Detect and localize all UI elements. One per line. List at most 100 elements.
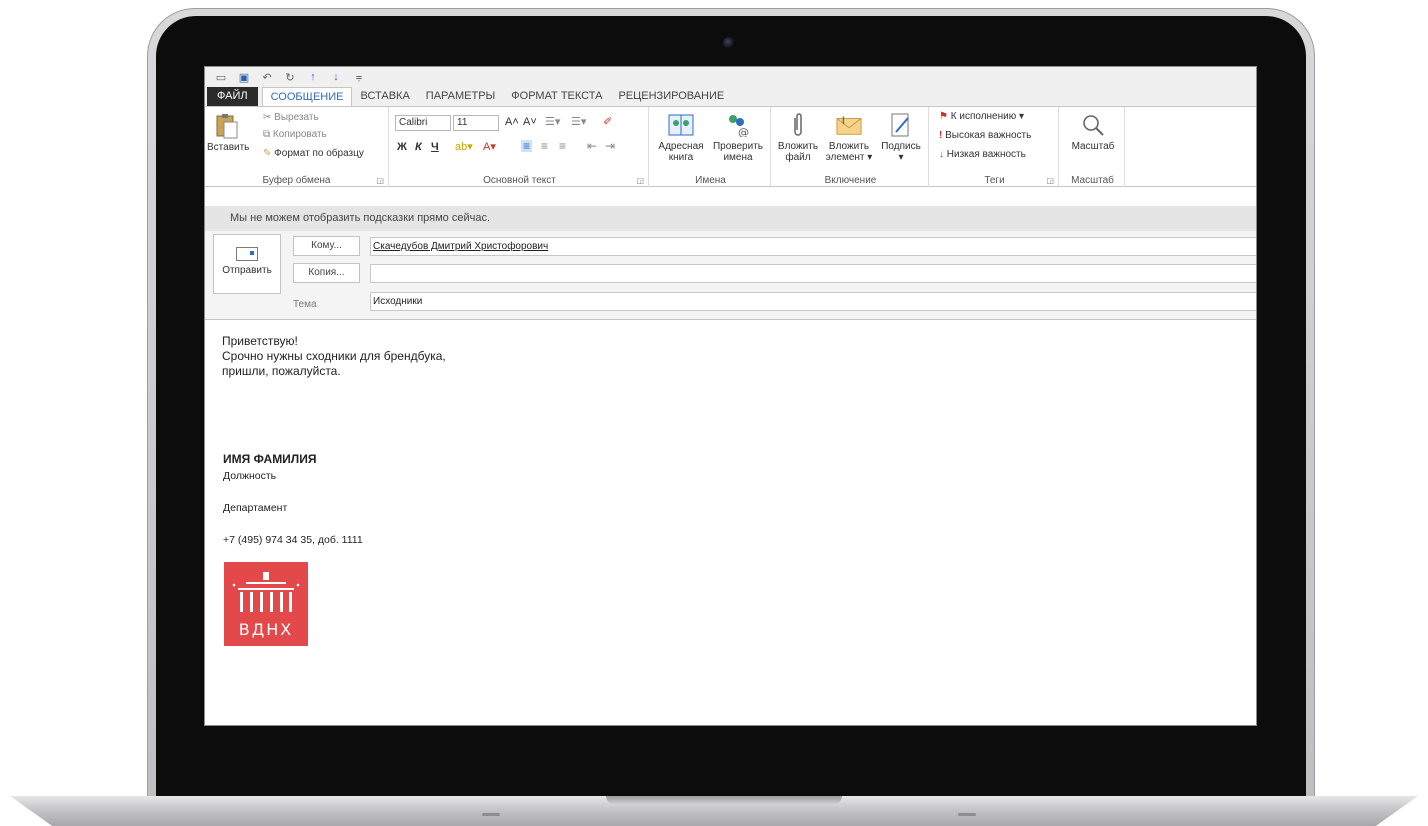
outlook-message-window: ▭ ▣ ↶ ↻ ↑ ↓ ⩦ ФАЙЛ СООБЩЕНИЕ ВСТАВКА ПАР… (204, 66, 1257, 726)
bullets-icon[interactable]: ☰▾ (545, 116, 560, 128)
tab-message[interactable]: СООБЩЕНИЕ (261, 87, 353, 106)
svg-text:@: @ (738, 126, 749, 137)
quick-access-toolbar: ▭ ▣ ↶ ↻ ↑ ↓ ⩦ (205, 67, 1256, 87)
copy-button[interactable]: ⧉ Копировать (263, 129, 327, 141)
send-button[interactable]: Отправить (213, 234, 281, 294)
clipboard-group: Вставить ✂ Вырезать ⧉ Копировать ✎ Форма… (205, 107, 389, 187)
signature-icon (888, 111, 914, 139)
zoom-button[interactable]: Масштаб (1065, 111, 1121, 152)
signature-position: Должность (223, 470, 277, 482)
basic-text-group-label: Основной текст (483, 175, 556, 186)
clipboard-group-label: Буфер обмена (262, 175, 331, 186)
suggestions-infobar: Мы не можем отобразить подсказки прямо с… (205, 206, 1256, 231)
laptop-base-notch (606, 796, 842, 804)
dialog-launcher-icon[interactable]: ◲ (636, 176, 644, 185)
dialog-launcher-icon[interactable]: ◲ (376, 176, 384, 185)
font-combo[interactable]: Calibri (395, 115, 451, 131)
shrink-font-icon[interactable]: A˅ (523, 116, 537, 128)
subject-field[interactable]: Исходники (370, 292, 1256, 311)
signature-label: Подпись (881, 141, 921, 152)
format-painter-button[interactable]: ✎ Формат по образцу (263, 148, 364, 160)
send-label: Отправить (222, 265, 272, 276)
undo-icon[interactable]: ↶ (261, 71, 273, 84)
italic-button[interactable]: К (415, 141, 422, 153)
tags-group: ⚑ К исполнению ▾ ! Высокая важность ↓ Ни… (931, 107, 1059, 187)
customize-icon[interactable]: ⩦ (353, 71, 365, 84)
dropdown-arrow-icon: ▾ (864, 152, 873, 163)
clear-format-icon[interactable]: ✐ (603, 116, 612, 128)
attach-file-label-1: Вложить (777, 141, 819, 152)
tab-options[interactable]: ПАРАМЕТРЫ (418, 87, 503, 106)
align-right-icon[interactable]: ≡ (559, 140, 566, 152)
tab-format-text[interactable]: ФОРМАТ ТЕКСТА (503, 87, 610, 106)
names-group-label: Имена (695, 175, 726, 186)
address-book-label-2: книга (668, 152, 694, 163)
basic-text-group: Calibri 11 A˄ A˅ ☰▾ ☰▾ ✐ Ж К Ч ab▾ A▾ ≡ … (391, 107, 649, 187)
align-center-icon[interactable]: ≡ (541, 140, 548, 152)
align-left-icon[interactable]: ≡ (521, 140, 533, 152)
cut-button[interactable]: ✂ Вырезать (263, 112, 319, 124)
tab-insert[interactable]: ВСТАВКА (352, 87, 417, 106)
cut-label: Вырезать (274, 112, 319, 123)
body-line: пришли, пожалуйста. (222, 364, 341, 378)
tab-review[interactable]: РЕЦЕНЗИРОВАНИЕ (610, 87, 732, 106)
body-line: Приветствую! (222, 334, 298, 348)
bold-button[interactable]: Ж (397, 141, 407, 153)
zoom-group-label: Масштаб (1071, 175, 1114, 186)
dialog-launcher-icon[interactable]: ◲ (1046, 176, 1054, 185)
copy-icon: ⧉ (263, 129, 273, 140)
magnifier-icon (1080, 111, 1106, 139)
font-color-icon[interactable]: A▾ (483, 141, 496, 153)
low-importance-button[interactable]: ↓ Низкая важность (939, 149, 1026, 161)
laptop-foot (958, 813, 976, 816)
high-importance-button[interactable]: ! Высокая важность (939, 130, 1031, 142)
decrease-indent-icon[interactable]: ⇤ (587, 140, 597, 152)
to-button[interactable]: Кому... (293, 236, 360, 256)
signature-department: Департамент (223, 502, 288, 514)
attach-file-label-2: файл (785, 152, 811, 163)
dropdown-arrow-icon: ▾ (898, 152, 904, 163)
signature-name: ИМЯ ФАМИЛИЯ (223, 452, 317, 466)
font-size-combo[interactable]: 11 (453, 115, 499, 131)
include-group: Вложить файл Вложить элемент ▾ Подпись ▾… (773, 107, 929, 187)
zoom-button-label: Масштаб (1071, 141, 1115, 152)
increase-indent-icon[interactable]: ⇥ (605, 140, 615, 152)
include-group-label: Включение (824, 175, 877, 186)
redo-icon[interactable]: ↻ (284, 71, 296, 84)
laptop-foot (482, 813, 500, 816)
highlight-icon[interactable]: ab▾ (455, 141, 473, 153)
ribbon: Вставить ✂ Вырезать ⧉ Копировать ✎ Форма… (205, 106, 1256, 187)
high-importance-label: Высокая важность (945, 130, 1032, 141)
signature-button[interactable]: Подпись ▾ (877, 111, 925, 163)
names-group: Адресная книга @ Проверить имена Имена (651, 107, 771, 187)
down-arrow-icon[interactable]: ↓ (330, 71, 342, 83)
grow-font-icon[interactable]: A˄ (505, 116, 519, 128)
brush-icon: ✎ (263, 148, 275, 159)
envelope-icon (836, 111, 862, 139)
up-arrow-icon[interactable]: ↑ (307, 71, 319, 83)
paste-button[interactable]: Вставить (207, 112, 249, 153)
logo-text: ВДНХ (238, 620, 294, 639)
attach-item-label-2: элемент (825, 152, 865, 163)
cc-field[interactable] (370, 264, 1256, 283)
attach-item-button[interactable]: Вложить элемент ▾ (823, 111, 875, 163)
tab-file[interactable]: ФАЙЛ (207, 87, 258, 106)
address-book-button[interactable]: Адресная книга (654, 111, 708, 163)
scissors-icon: ✂ (263, 112, 275, 123)
message-body[interactable]: Приветствую! Срочно нужны сходники для б… (205, 319, 1256, 725)
window-icon[interactable]: ▭ (215, 71, 227, 84)
ribbon-tabs: ФАЙЛ СООБЩЕНИЕ ВСТАВКА ПАРАМЕТРЫ ФОРМАТ … (205, 87, 1256, 106)
underline-button[interactable]: Ч (431, 141, 439, 153)
body-line: Срочно нужны сходники для брендбука, (222, 349, 446, 363)
cc-button[interactable]: Копия... (293, 263, 360, 283)
check-names-label-1: Проверить (712, 141, 763, 152)
send-icon (236, 247, 258, 261)
attach-file-button[interactable]: Вложить файл (775, 111, 821, 163)
to-field[interactable]: Скачедубов Дмитрий Христофорович (370, 237, 1256, 256)
check-names-button[interactable]: @ Проверить имена (709, 111, 767, 163)
save-icon[interactable]: ▣ (238, 71, 250, 84)
follow-up-button[interactable]: ⚑ К исполнению ▾ (939, 111, 1024, 123)
copy-label: Копировать (272, 129, 327, 140)
vdnkh-logo: ВДНХ (224, 562, 308, 646)
numbering-icon[interactable]: ☰▾ (571, 116, 586, 128)
